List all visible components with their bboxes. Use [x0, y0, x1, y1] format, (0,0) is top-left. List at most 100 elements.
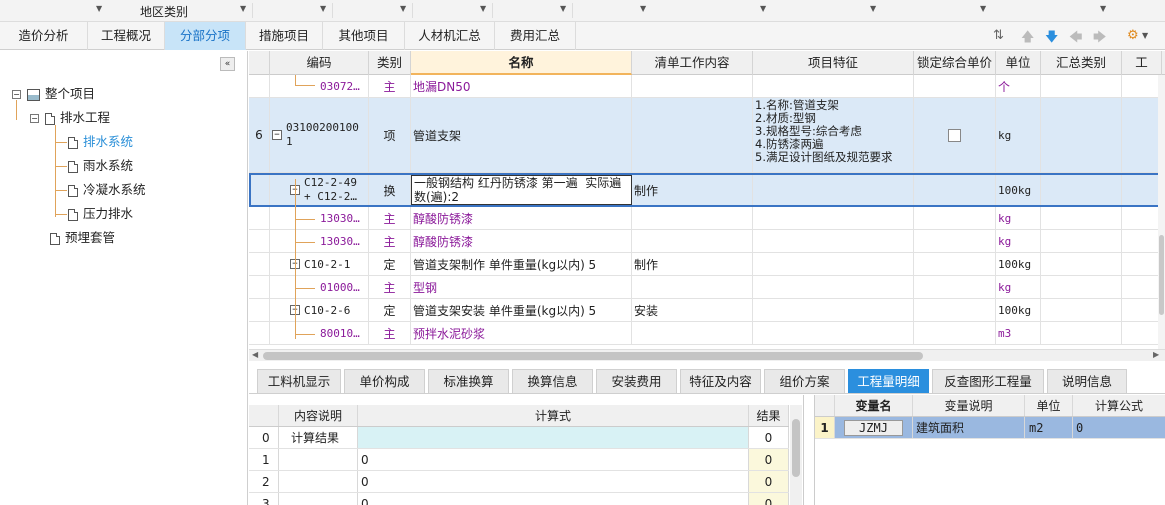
table-row[interactable]: − C10-2-1 定 管道支架制作 单件重量(kg以内) 5 制作 100kg — [249, 253, 1161, 276]
tab-reverse-lookup-quantity[interactable]: 反查图形工程量 — [932, 369, 1044, 393]
cell-type[interactable]: 主 — [369, 322, 411, 344]
cell-type[interactable]: 主 — [369, 207, 411, 229]
sort-icon[interactable]: ⇅ — [993, 28, 1004, 43]
header-work-content[interactable]: 清单工作内容 — [632, 51, 753, 75]
tree-item-embedded-sleeve[interactable]: 预埋套管 — [50, 227, 115, 249]
dropdown-arrow-icon[interactable]: ▼ — [1100, 4, 1106, 13]
cell-name[interactable]: 管道支架 — [411, 98, 632, 172]
header-var-desc[interactable]: 变量说明 — [913, 395, 1025, 416]
cell-type[interactable]: 定 — [369, 299, 411, 321]
cell-unit[interactable]: 100kg — [996, 299, 1041, 321]
cell-type[interactable]: 定 — [369, 253, 411, 275]
cell-formula[interactable]: 0 — [358, 493, 749, 505]
header-var-unit[interactable]: 单位 — [1025, 395, 1073, 416]
cell-code[interactable]: − C10-2-6 — [270, 299, 369, 321]
dropdown-arrow-icon[interactable]: ▼ — [760, 4, 766, 13]
header-work[interactable]: 工 — [1122, 51, 1162, 75]
tab-cost-summary[interactable]: 费用汇总 — [495, 22, 576, 50]
tab-material-display[interactable]: 工料机显示 — [257, 369, 341, 393]
collapse-toggle-icon[interactable]: − — [12, 90, 21, 99]
tab-cost-analysis[interactable]: 造价分析 — [0, 22, 88, 50]
cell-unit[interactable]: 100kg — [996, 175, 1041, 205]
table-row[interactable]: 01000… 主 型钢 kg — [249, 276, 1161, 299]
header-content-desc[interactable]: 内容说明 — [279, 405, 358, 426]
cell-work-content[interactable]: 制作 — [632, 175, 753, 205]
cell-code[interactable]: 13030… — [270, 207, 369, 229]
tree-item-drainage-project[interactable]: − 排水工程 — [30, 107, 110, 129]
dropdown-arrow-icon[interactable]: ▼ — [480, 4, 486, 13]
tab-project-overview[interactable]: 工程概况 — [88, 22, 165, 50]
settings-icon[interactable]: ⚙ — [1127, 28, 1139, 43]
dropdown-arrow-icon[interactable]: ▼ — [640, 4, 646, 13]
cell-code[interactable]: − C10-2-1 — [270, 253, 369, 275]
calc-table-scrollbar[interactable] — [790, 405, 802, 505]
table-row[interactable]: 1 JZMJ 建筑面积 m2 0 — [815, 417, 1165, 439]
table-row[interactable]: − C10-2-6 定 管道支架安装 单件重量(kg以内) 5 安装 100kg — [249, 299, 1161, 322]
cell-name-editor[interactable]: 一般钢结构 红丹防锈漆 第一遍 实际遍 数(遍):2 — [411, 175, 632, 205]
cell-unit[interactable]: 100kg — [996, 253, 1041, 275]
table-row-selected[interactable]: − C12-2-49 + C12-2… 换 一般钢结构 红丹防锈漆 第一遍 实际… — [249, 173, 1161, 207]
move-right-icon[interactable]: 🡆 — [1093, 28, 1106, 50]
cell-work-content[interactable]: 安装 — [632, 299, 753, 321]
move-up-icon[interactable]: 🡅 — [1021, 28, 1034, 50]
collapse-toggle-icon[interactable]: − — [272, 130, 282, 140]
cell-code[interactable]: 01000… — [270, 276, 369, 298]
cell-code[interactable]: − 03100200100 1 — [270, 98, 369, 172]
cell-type[interactable]: 主 — [369, 75, 411, 97]
scroll-right-icon[interactable]: ▶ — [1153, 350, 1159, 359]
header-code[interactable]: 编码 — [270, 51, 369, 75]
table-row[interactable]: 2 0 0 — [249, 471, 789, 493]
header-result[interactable]: 结果 — [749, 405, 789, 426]
cell-type[interactable]: 主 — [369, 276, 411, 298]
header-var-formula[interactable]: 计算公式 — [1073, 395, 1165, 416]
header-formula[interactable]: 计算式 — [358, 405, 749, 426]
dropdown-arrow-icon[interactable]: ▼ — [400, 4, 406, 13]
header-type[interactable]: 类别 — [369, 51, 411, 75]
scroll-left-icon[interactable]: ◀ — [252, 350, 258, 359]
cell-unit[interactable]: kg — [996, 207, 1041, 229]
table-row[interactable]: 1 0 0 — [249, 449, 789, 471]
tab-measures[interactable]: 措施项目 — [246, 22, 323, 50]
tab-conversion-info[interactable]: 换算信息 — [512, 369, 593, 393]
cell-unit[interactable]: 个 — [996, 75, 1041, 97]
tree-item-drainage-system[interactable]: 排水系统 — [68, 131, 133, 153]
cell-code[interactable]: − C12-2-49 + C12-2… — [270, 175, 369, 205]
table-row[interactable]: 13030… 主 醇酸防锈漆 kg — [249, 230, 1161, 253]
cell-name[interactable]: 醇酸防锈漆 — [411, 207, 632, 229]
header-summary-category[interactable]: 汇总类别 — [1041, 51, 1122, 75]
tab-installation-cost[interactable]: 安装费用 — [596, 369, 677, 393]
cell-desc[interactable] — [279, 449, 358, 470]
tab-price-composition[interactable]: 单价构成 — [344, 369, 425, 393]
cell-code[interactable]: 13030… — [270, 230, 369, 252]
cell-formula[interactable] — [358, 427, 749, 448]
header-lock-unit-price[interactable]: 锁定综合单价 — [914, 51, 996, 75]
header-name[interactable]: 名称 — [411, 51, 632, 75]
cell-formula[interactable]: 0 — [358, 471, 749, 492]
cell-code[interactable]: 03072… — [270, 75, 369, 97]
table-row[interactable]: 3 0 0 — [249, 493, 789, 505]
tree-item-pressure-drainage[interactable]: 压力排水 — [68, 203, 133, 225]
grid-horizontal-scrollbar[interactable]: ◀ ▶ — [249, 349, 1165, 361]
table-row[interactable]: 6 − 03100200100 1 项 管道支架 1.名称:管道支架 2.材质:… — [249, 98, 1161, 173]
grid-vertical-scrollbar[interactable] — [1158, 75, 1165, 349]
cell-formula[interactable]: 0 — [358, 449, 749, 470]
cell-unit[interactable]: m3 — [996, 322, 1041, 344]
move-left-icon[interactable]: 🡄 — [1069, 28, 1082, 50]
table-row[interactable]: 80010… 主 预拌水泥砂浆 m3 — [249, 322, 1161, 345]
cell-type[interactable]: 主 — [369, 230, 411, 252]
table-row[interactable]: 03072… 主 地漏DN50 个 — [249, 75, 1161, 98]
cell-desc[interactable]: 计算结果 — [279, 427, 358, 448]
header-features[interactable]: 项目特征 — [753, 51, 914, 75]
cell-work-content[interactable]: 制作 — [632, 253, 753, 275]
cell-var-unit[interactable]: m2 — [1025, 417, 1073, 438]
tab-standard-conversion[interactable]: 标准换算 — [428, 369, 509, 393]
cell-desc[interactable] — [279, 493, 358, 505]
dropdown-arrow-icon[interactable]: ▼ — [560, 4, 566, 13]
tab-sub-items[interactable]: 分部分项 — [165, 22, 246, 50]
cell-var-formula[interactable]: 0 — [1073, 417, 1165, 438]
cell-code[interactable]: 80010… — [270, 322, 369, 344]
tab-other-items[interactable]: 其他项目 — [323, 22, 405, 50]
table-row[interactable]: 13030… 主 醇酸防锈漆 kg — [249, 207, 1161, 230]
cell-type[interactable]: 换 — [369, 175, 411, 205]
cell-unit[interactable]: kg — [996, 276, 1041, 298]
